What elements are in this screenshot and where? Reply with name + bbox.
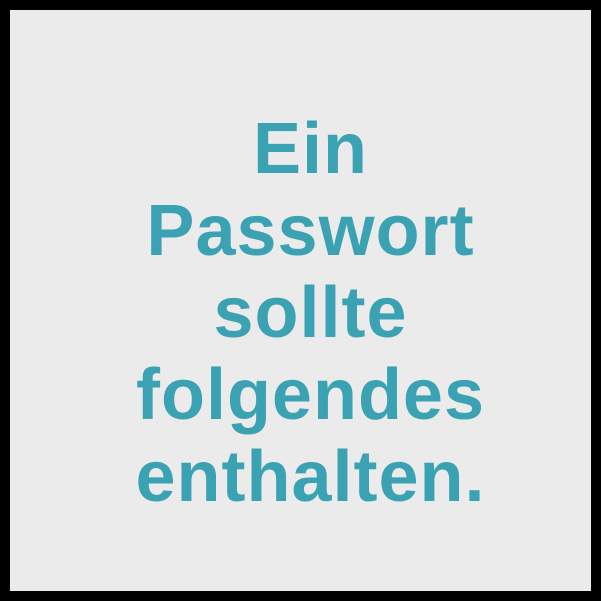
- headline-line-1: Ein: [252, 109, 368, 189]
- headline: Ein Passwort sollte folgendes enthalten.: [20, 108, 601, 518]
- headline-line-5: enthalten.: [135, 437, 486, 517]
- headline-line-2: Passwort: [146, 191, 475, 271]
- headline-line-3: sollte: [213, 273, 408, 353]
- slide-card: Ein Passwort sollte folgendes enthalten.: [0, 0, 601, 601]
- headline-line-4: folgendes: [135, 355, 486, 435]
